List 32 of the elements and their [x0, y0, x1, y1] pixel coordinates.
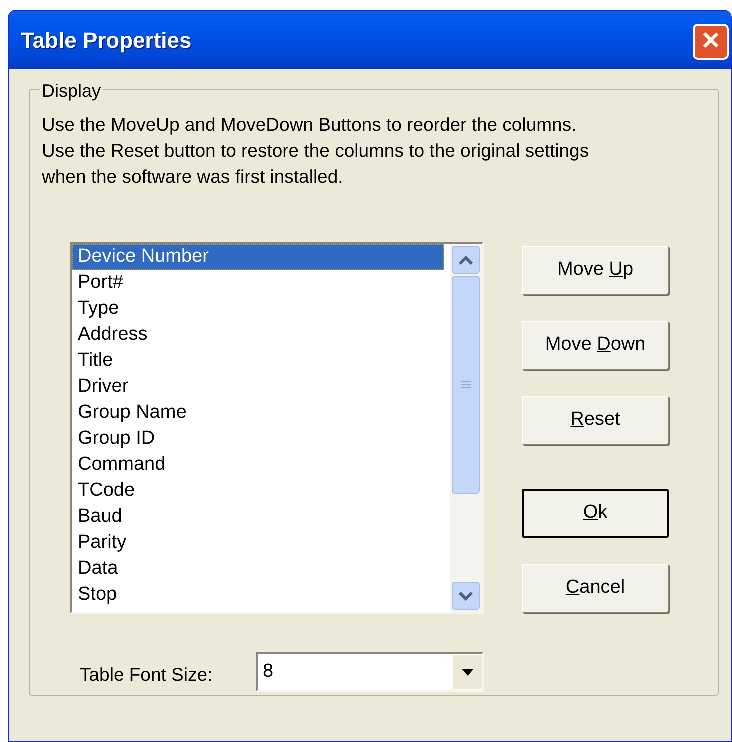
dialog-button[interactable]: Reset: [522, 396, 669, 445]
list-item[interactable]: Address: [72, 322, 444, 348]
dropdown-arrow-icon[interactable]: [462, 668, 474, 676]
list-item[interactable]: Group Name: [72, 400, 444, 426]
list-item[interactable]: Baud: [72, 504, 444, 530]
list-item[interactable]: Stop: [72, 582, 444, 608]
list-item[interactable]: TCode: [72, 478, 444, 504]
scroll-up-button[interactable]: [452, 246, 480, 274]
window-title: Table Properties: [21, 26, 192, 55]
list-item[interactable]: Title: [72, 348, 444, 374]
scrollbar[interactable]: [450, 244, 482, 612]
list-item[interactable]: Device Number: [72, 244, 444, 270]
dialog-button[interactable]: Cancel: [522, 564, 669, 613]
close-button[interactable]: ✕: [693, 24, 729, 60]
list-item[interactable]: Data: [72, 556, 444, 582]
dialog-button[interactable]: Move Up: [522, 246, 669, 295]
list-item[interactable]: Command: [72, 452, 444, 478]
list-item[interactable]: Parity: [72, 530, 444, 556]
chevron-down-icon: [459, 592, 473, 600]
list-item[interactable]: Port#: [72, 270, 444, 296]
chevron-up-icon: [459, 256, 473, 264]
field-label: Table Font Size:: [80, 663, 213, 687]
scroll-thumb[interactable]: [452, 276, 480, 494]
list-item[interactable]: Group ID: [72, 426, 444, 452]
list-item[interactable]: Type: [72, 296, 444, 322]
dialog-button[interactable]: Move Down: [522, 321, 669, 370]
list-item[interactable]: Driver: [72, 374, 444, 400]
description-text: Use the MoveUp and MoveDown Buttons to reorder the columns. Use the Reset button to restore the columns to the original settings when the software was first installed.: [42, 113, 590, 189]
font-size-dropdown[interactable]: 8: [256, 652, 484, 692]
dialog-button[interactable]: Ok: [522, 489, 669, 538]
scroll-down-button[interactable]: [452, 582, 480, 610]
grip-icon: [461, 381, 471, 389]
